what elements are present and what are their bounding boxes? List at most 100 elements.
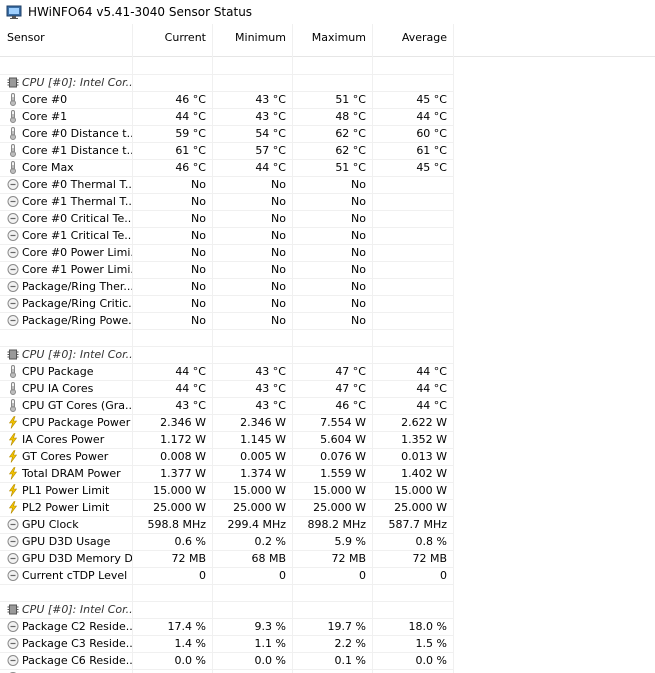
current-value: No [191,178,206,191]
current-value: No [191,212,206,225]
table-row[interactable]: Core #0 Distance t... 59 °C 54 °C 62 °C 60 °… [0,125,655,142]
current-value: 72 MB [171,552,206,565]
table-row[interactable]: GPU D3D Usage 0.6 % 0.2 % 5.9 % 0.8 % [0,533,655,550]
average-value: 45 °C [416,93,447,106]
sensor-name: IA Cores Power [22,433,105,446]
table-row[interactable]: CPU Package Power 2.346 W 2.346 W 7.554 W 2.… [0,414,655,431]
current-value: 0 [199,569,206,582]
sensor-table[interactable]: Sensor Current Minimum Maximum Average C… [0,24,655,673]
current-value: No [191,195,206,208]
maximum-value: 62 °C [335,144,366,157]
table-row[interactable]: Core #1 Critical Te... No No No [0,227,655,244]
table-row[interactable]: CPU GT Cores (Gra... 43 °C 43 °C 46 °C 44 °C [0,397,655,414]
maximum-value: 51 °C [335,93,366,106]
minimum-value: 9.3 % [254,620,286,633]
maximum-value: No [351,195,366,208]
minimum-value: 0.0 % [254,654,286,667]
current-value: 1.172 W [160,433,206,446]
table-row[interactable]: Core #1 44 °C 43 °C 48 °C 44 °C [0,108,655,125]
column-header-current[interactable]: Current [132,24,212,56]
average-value: 72 MB [412,552,447,565]
table-row[interactable]: Core Max 46 °C 44 °C 51 °C 45 °C [0,159,655,176]
average-value [372,210,453,227]
table-row[interactable]: Core #1 Thermal T... No No No [0,193,655,210]
minimum-value: 25.000 W [233,501,286,514]
table-row[interactable]: Package/Ring Critic... No No No [0,295,655,312]
table-row[interactable]: CPU Package 44 °C 43 °C 47 °C 44 °C [0,363,655,380]
maximum-value: 1.559 W [320,467,366,480]
table-row[interactable]: Core #0 Critical Te... No No No [0,210,655,227]
current-value: 59 °C [175,127,206,140]
table-row[interactable]: PL2 Power Limit 25.000 W 25.000 W 25.000 W 2… [0,499,655,516]
minimum-value: No [271,263,286,276]
minimum-value: No [271,178,286,191]
sensor-name: Package C7 Reside... [0,669,132,673]
minimum-value: 43 °C [255,382,286,395]
minimum-value: No [271,212,286,225]
average-value [372,295,453,312]
sensor-name: GPU D3D Usage [22,535,111,548]
current-value: No [191,280,206,293]
maximum-value: 47 °C [335,365,366,378]
maximum-value: 0 [359,569,366,582]
average-value: 61 °C [416,144,447,157]
column-header-average[interactable]: Average [372,24,453,56]
maximum-value: No [351,297,366,310]
minimum-value: 299.4 MHz [227,518,286,531]
average-value: 18.0 % [408,620,447,633]
blank-row [0,584,655,601]
group-header-row[interactable]: CPU [#0]: Intel Cor... [0,346,655,363]
current-value: 0.008 W [160,450,206,463]
current-value: 44 °C [175,382,206,395]
column-header-sensor[interactable]: Sensor [0,24,132,56]
maximum-value: 51 °C [335,161,366,174]
sensor-name: Package C3 Reside... [22,637,132,650]
average-value: 1.402 W [401,467,447,480]
current-value: 44 °C [175,365,206,378]
table-row[interactable]: Core #1 Power Limi... No No No [0,261,655,278]
table-row[interactable]: Package/Ring Ther... No No No [0,278,655,295]
maximum-value: 15.000 W [313,484,366,497]
maximum-value: 5.9 % [334,535,366,548]
maximum-value: 0.076 W [320,450,366,463]
current-value: No [191,314,206,327]
sensor-name: Core #0 [22,93,68,106]
table-row[interactable]: GPU D3D Memory D... 72 MB 68 MB 72 MB 72 MB [0,550,655,567]
minimum-value: No [271,195,286,208]
table-row[interactable]: Current cTDP Level 0 0 0 0 [0,567,655,584]
average-value: 45 °C [416,161,447,174]
maximum-value: 48 °C [335,110,366,123]
sensor-name: CPU Package Power [22,416,131,429]
hwinfo-app-icon [6,5,22,19]
table-row[interactable]: Package C6 Reside... 0.0 % 0.0 % 0.1 % 0.0 % [0,652,655,669]
table-row[interactable]: IA Cores Power 1.172 W 1.145 W 5.604 W 1.352… [0,431,655,448]
average-value: 2.622 W [401,416,447,429]
column-header-minimum[interactable]: Minimum [212,24,292,56]
table-row[interactable]: Core #1 Distance t... 61 °C 57 °C 62 °C 61 °… [0,142,655,159]
table-row[interactable]: Package C7 Reside...62.9 %19.1 %62.9 %59… [0,669,655,673]
table-row[interactable]: CPU IA Cores 44 °C 43 °C 47 °C 44 °C [0,380,655,397]
sensor-name: Core Max [22,161,74,174]
table-row[interactable]: Package/Ring Powe... No No No [0,312,655,329]
minimum-value: 43 °C [255,110,286,123]
sensor-name: GPU Clock [22,518,79,531]
sensor-name: Package C2 Reside... [22,620,132,633]
current-value: 44 °C [175,110,206,123]
table-row[interactable]: Core #0 46 °C 43 °C 51 °C 45 °C [0,91,655,108]
table-row[interactable]: Core #0 Power Limi... No No No [0,244,655,261]
average-value [372,278,453,295]
table-row[interactable]: Core #0 Thermal T... No No No [0,176,655,193]
group-header-row[interactable]: CPU [#0]: Intel Cor... [0,74,655,91]
table-row[interactable]: GPU Clock 598.8 MHz 299.4 MHz 898.2 MHz 587.… [0,516,655,533]
table-row[interactable]: GT Cores Power 0.008 W 0.005 W 0.076 W 0.013… [0,448,655,465]
table-row[interactable]: Package C2 Reside... 17.4 % 9.3 % 19.7 % 18.… [0,618,655,635]
sensor-name: Core #1 Power Limi... [22,263,132,276]
table-row[interactable]: PL1 Power Limit 15.000 W 15.000 W 15.000 W 1… [0,482,655,499]
current-value: 46 °C [175,93,206,106]
table-row[interactable]: Total DRAM Power 1.377 W 1.374 W 1.559 W 1.4… [0,465,655,482]
column-header-maximum[interactable]: Maximum [292,24,372,56]
sensor-name: PL1 Power Limit [22,484,110,497]
table-row[interactable]: Package C3 Reside... 1.4 % 1.1 % 2.2 % 1.5 % [0,635,655,652]
group-header-row[interactable]: CPU [#0]: Intel Cor... [0,601,655,618]
maximum-value: 7.554 W [320,416,366,429]
